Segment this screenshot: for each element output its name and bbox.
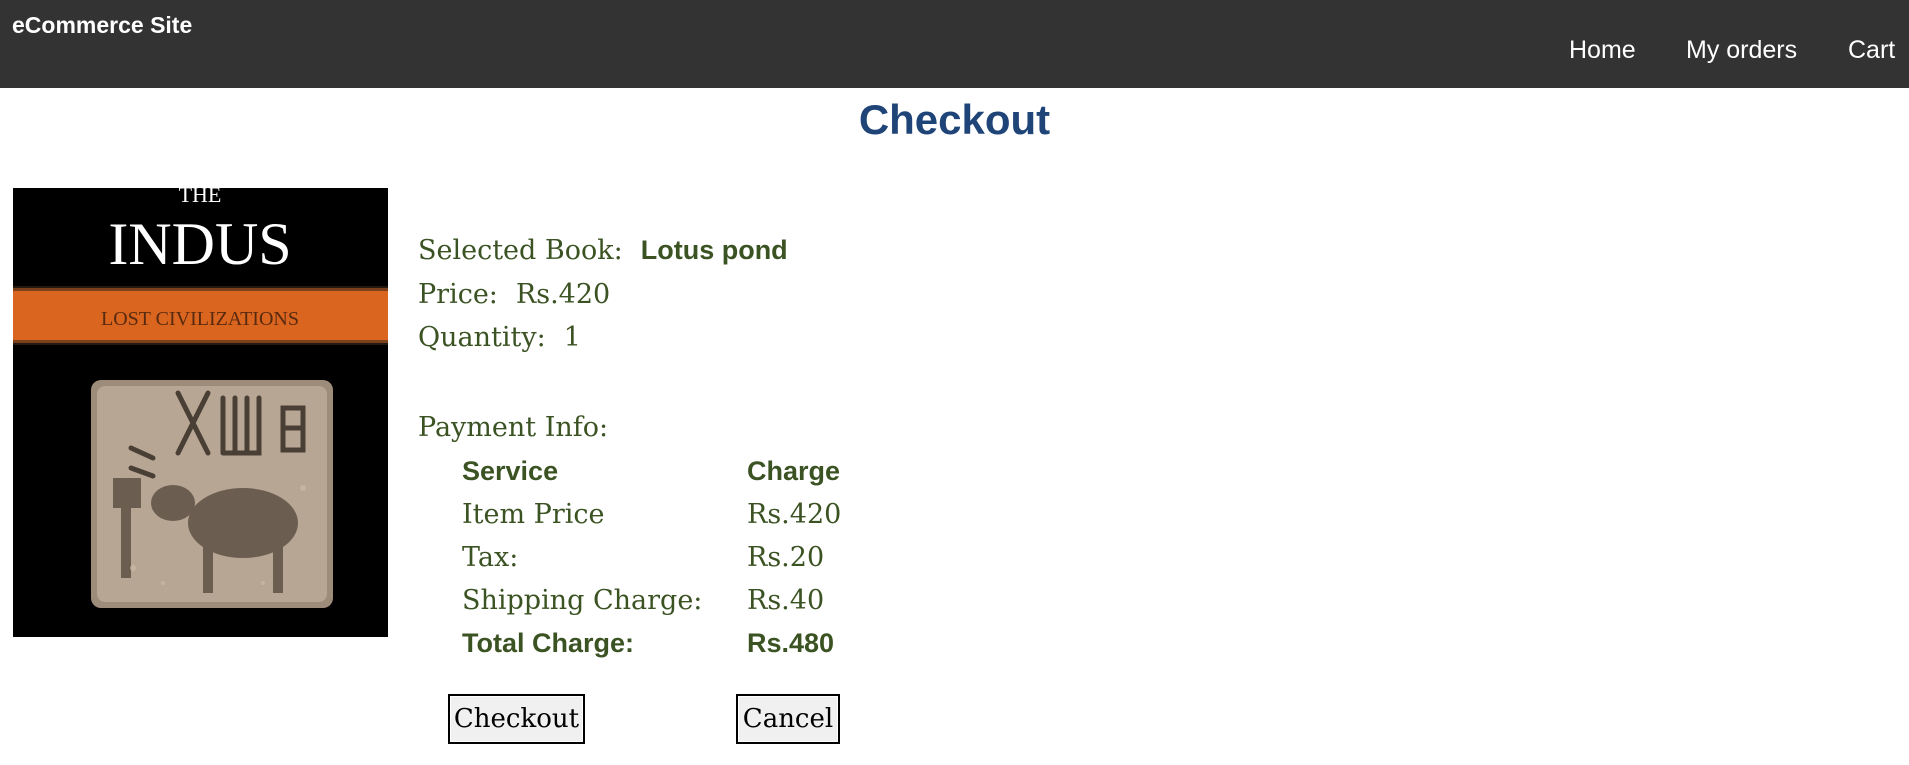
price-value: Rs.420 [515, 279, 611, 310]
site-brand[interactable]: eCommerce Site [12, 12, 192, 39]
total-charge: Rs.480 [747, 628, 835, 658]
price-label: Price: [418, 279, 498, 310]
selected-book-label: Selected Book: [418, 235, 623, 266]
total-service: Total Charge: [462, 628, 635, 658]
payment-info-label: Payment Info: [418, 412, 609, 443]
price-line: Price: Rs.420 [418, 279, 610, 310]
payment-table-header: Service Charge [462, 450, 841, 493]
table-row: Shipping Charge: Rs.40 [462, 579, 841, 622]
cover-title-text: INDUS [108, 211, 291, 277]
table-row: Item Price Rs.420 [462, 493, 841, 536]
nav-link-my-orders[interactable]: My orders [1686, 36, 1797, 65]
cancel-button[interactable]: Cancel [736, 694, 840, 744]
payment-table: Service Charge Item Price Rs.420 Tax: Rs… [462, 450, 841, 665]
cover-band-text: LOST CIVILIZATIONS [101, 308, 299, 330]
book-cover-image: THE INDUS LOST CIVILIZATIONS [13, 188, 388, 637]
nav-link-home[interactable]: Home [1569, 36, 1636, 65]
row-charge: Rs.20 [747, 542, 825, 573]
row-service: Shipping Charge: [462, 585, 703, 616]
quantity-label: Quantity: [418, 322, 546, 353]
cover-top-text: THE [179, 188, 222, 207]
total-row: Total Charge: Rs.480 [462, 622, 841, 665]
table-row: Tax: Rs.20 [462, 536, 841, 579]
row-service: Tax: [462, 542, 519, 573]
row-service: Item Price [462, 499, 605, 530]
top-navbar: eCommerce Site Home My orders Cart [0, 0, 1909, 88]
page-title: Checkout [858, 96, 1051, 143]
header-service: Service [462, 456, 559, 486]
header-charge: Charge [747, 456, 841, 486]
selected-book-value: Lotus pond [640, 235, 788, 265]
quantity-line: Quantity: 1 [418, 322, 581, 353]
nav-link-cart[interactable]: Cart [1848, 36, 1895, 65]
checkout-button[interactable]: Checkout [448, 694, 585, 744]
row-charge: Rs.420 [747, 499, 842, 530]
quantity-value: 1 [563, 322, 581, 353]
selected-book-line: Selected Book: Lotus pond [418, 235, 788, 266]
row-charge: Rs.40 [747, 585, 825, 616]
